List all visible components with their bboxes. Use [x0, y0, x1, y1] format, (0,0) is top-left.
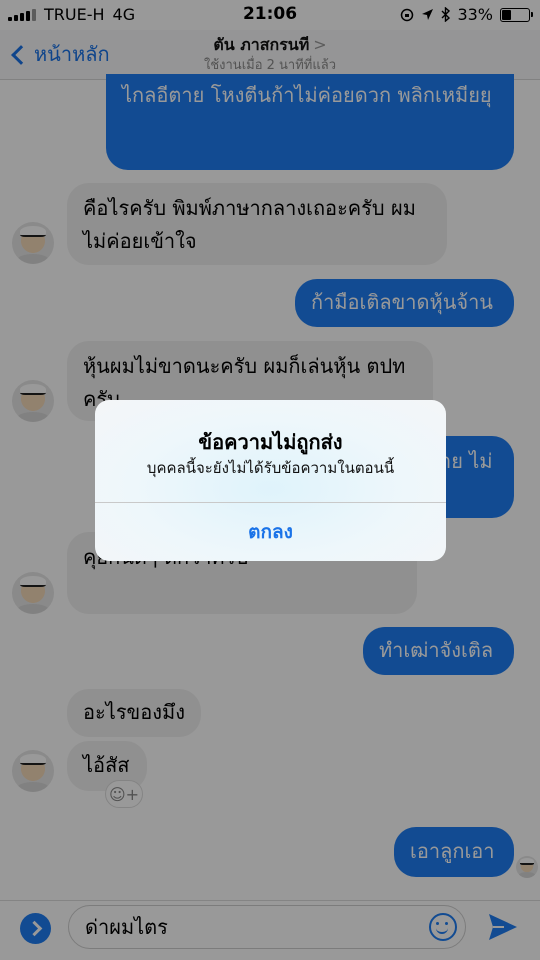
alert-message: บุคคลนี้จะยังไม่ได้รับข้อความในตอนนี้ [146, 459, 395, 477]
alert-title: ข้อความไม่ถูกส่ง [198, 430, 343, 454]
alert-dialog: ข้อความไม่ถูกส่ง บุคคลนี้จะยังไม่ได้รับข… [95, 400, 446, 561]
ok-button[interactable]: ตกลง [95, 503, 446, 561]
